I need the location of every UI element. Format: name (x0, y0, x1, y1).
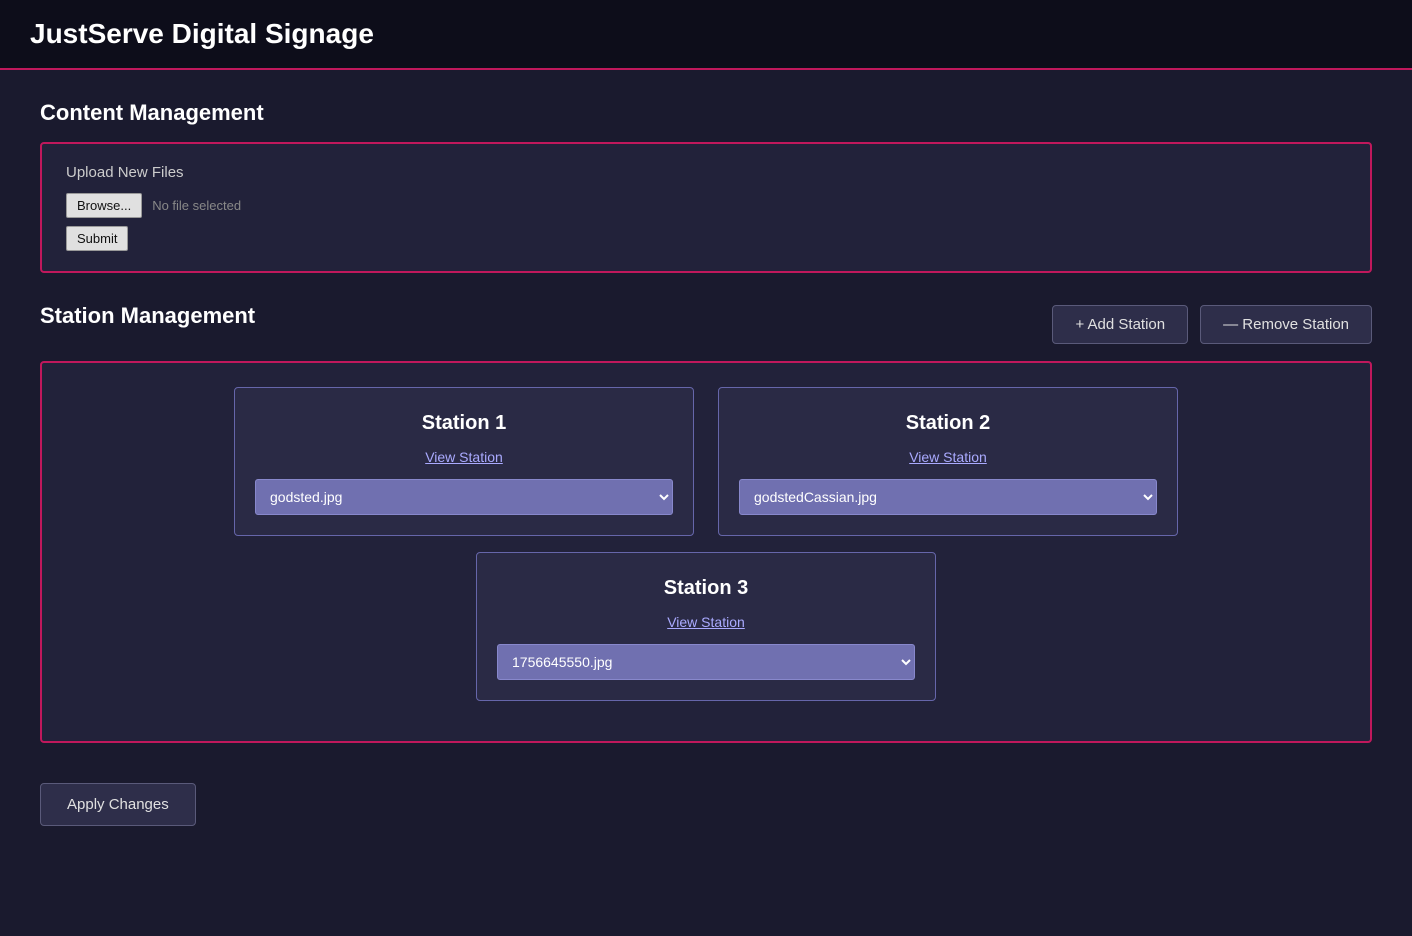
station-3-title: Station 3 (664, 577, 748, 600)
add-station-button[interactable]: + Add Station (1052, 305, 1188, 344)
station-1-view-link[interactable]: View Station (425, 449, 503, 465)
content-management-title: Content Management (40, 100, 1372, 126)
remove-station-button[interactable]: — Remove Station (1200, 305, 1372, 344)
content-management-panel: Upload New Files Browse... No file selec… (40, 142, 1372, 273)
station-1-title: Station 1 (422, 412, 506, 435)
station-management-header: Station Management + Add Station — Remov… (40, 303, 1372, 345)
station-card-3: Station 3 View Station godsted.jpg godst… (476, 552, 936, 701)
browse-button[interactable]: Browse... (66, 193, 142, 218)
stations-row-1: Station 1 View Station godsted.jpg godst… (66, 387, 1346, 536)
station-3-view-link[interactable]: View Station (667, 614, 745, 630)
stations-row-2: Station 3 View Station godsted.jpg godst… (66, 552, 1346, 701)
station-2-select[interactable]: godsted.jpg godstedCassian.jpg 175664555… (739, 479, 1157, 515)
app-header: JustServe Digital Signage (0, 0, 1412, 70)
station-2-view-link[interactable]: View Station (909, 449, 987, 465)
file-name-display: No file selected (152, 198, 241, 213)
station-action-buttons: + Add Station — Remove Station (1052, 305, 1372, 344)
submit-button[interactable]: Submit (66, 226, 128, 251)
station-management-panel: Station 1 View Station godsted.jpg godst… (40, 361, 1372, 743)
main-content: Content Management Upload New Files Brow… (0, 70, 1412, 856)
station-card-1: Station 1 View Station godsted.jpg godst… (234, 387, 694, 536)
station-management-title: Station Management (40, 303, 255, 329)
station-2-title: Station 2 (906, 412, 990, 435)
app-title: JustServe Digital Signage (30, 18, 1382, 50)
stations-grid: Station 1 View Station godsted.jpg godst… (66, 387, 1346, 717)
apply-changes-button[interactable]: Apply Changes (40, 783, 196, 826)
station-card-2: Station 2 View Station godsted.jpg godst… (718, 387, 1178, 536)
file-input-row: Browse... No file selected (66, 193, 1346, 218)
station-3-select[interactable]: godsted.jpg godstedCassian.jpg 175664555… (497, 644, 915, 680)
station-1-select[interactable]: godsted.jpg godstedCassian.jpg 175664555… (255, 479, 673, 515)
upload-label: Upload New Files (66, 164, 1346, 181)
